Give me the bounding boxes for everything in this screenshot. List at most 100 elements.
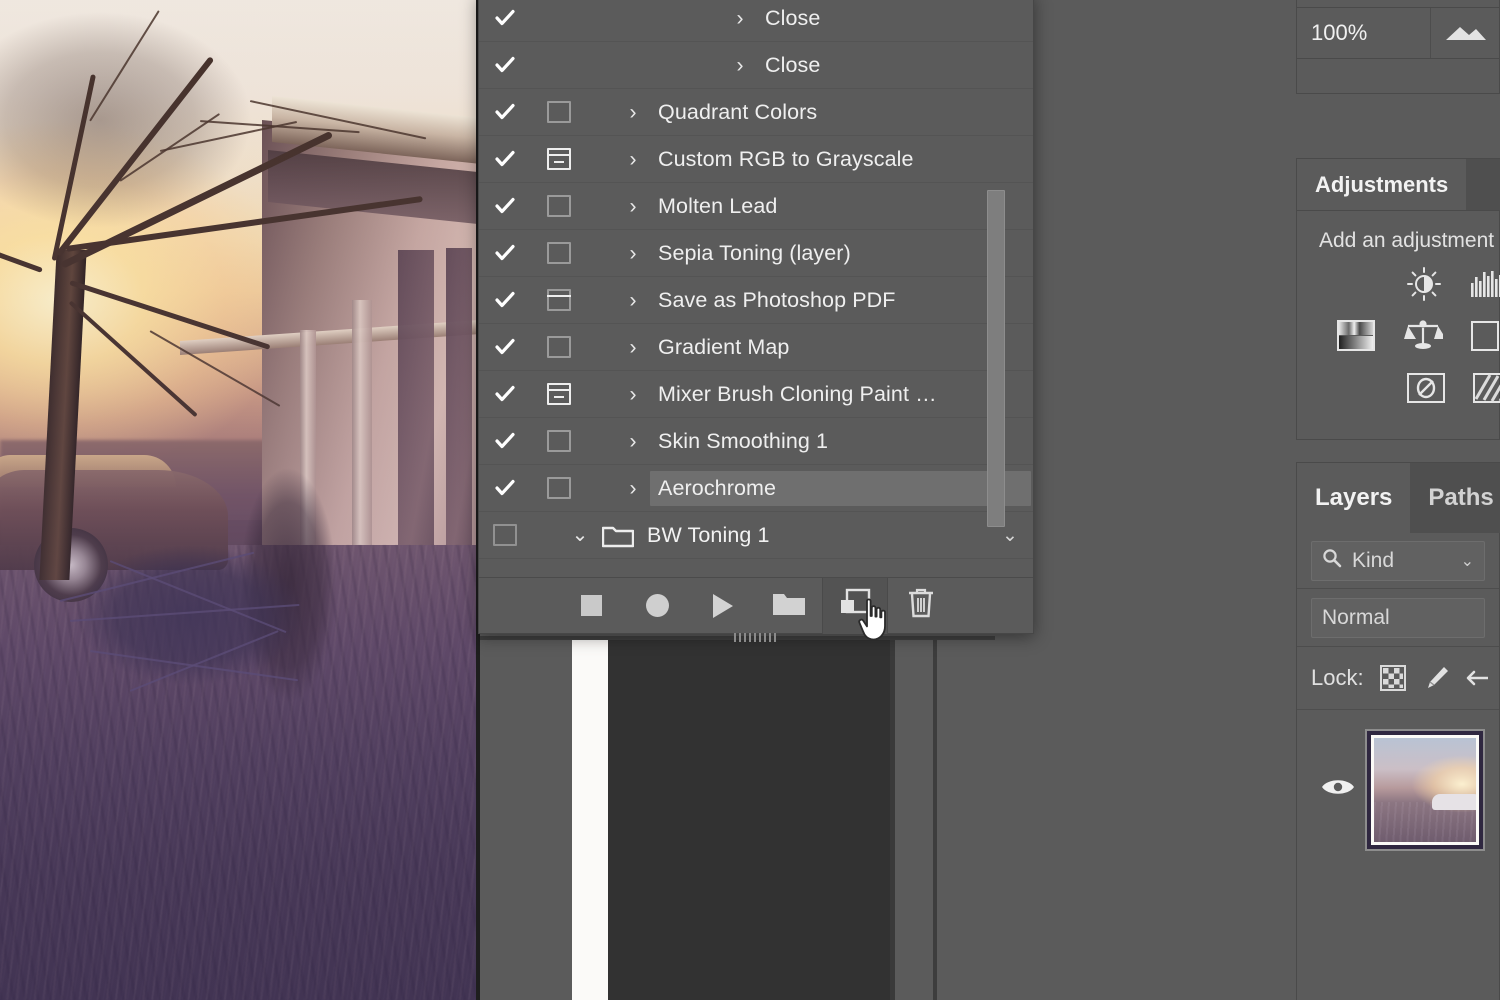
position-icon[interactable] <box>1466 664 1492 692</box>
dialog-on-icon[interactable] <box>546 148 571 170</box>
expand-chevron-icon[interactable]: › <box>616 290 650 311</box>
blend-mode-row[interactable]: Normal <box>1297 589 1499 647</box>
actions-row[interactable]: › Close <box>479 42 1033 89</box>
actions-row-selected[interactable]: › Aerochrome <box>479 465 1033 512</box>
exposure-icon[interactable] <box>1337 319 1375 353</box>
actions-scrollbar-thumb[interactable] <box>987 190 1005 527</box>
actions-row[interactable]: › Gradient Map <box>479 324 1033 371</box>
actions-row[interactable]: › Molten Lead <box>479 183 1033 230</box>
action-toggle-cell[interactable] <box>479 336 531 358</box>
expand-chevron-icon[interactable]: › <box>723 55 757 76</box>
layer-row[interactable] <box>1297 709 1499 869</box>
expand-chevron-icon[interactable]: › <box>616 337 650 358</box>
checkmark-icon[interactable] <box>494 242 516 264</box>
layer-visibility-toggle[interactable] <box>1311 776 1365 803</box>
actions-row[interactable]: › Quadrant Colors <box>479 89 1033 136</box>
layers-panel[interactable]: Layers Paths Kind ⌄ Normal Lock: <box>1296 462 1500 1000</box>
new-action-button[interactable] <box>822 577 888 634</box>
checkmark-icon[interactable] <box>494 101 516 123</box>
dialog-toggle-cell[interactable] <box>531 148 586 170</box>
checkmark-icon[interactable] <box>494 289 516 311</box>
action-label[interactable]: Save as Photoshop PDF <box>650 288 1033 313</box>
actions-toolbar[interactable] <box>479 577 1033 642</box>
action-set-label[interactable]: BW Toning 1 <box>639 523 987 548</box>
actions-set-row[interactable]: ⌄ BW Toning 1 ⌄ <box>479 512 1033 559</box>
tab-paths[interactable]: Paths <box>1410 463 1500 533</box>
action-toggle-cell[interactable] <box>479 101 531 123</box>
dialog-off-icon[interactable] <box>546 101 571 123</box>
collapse-chevron-icon[interactable]: ⌄ <box>563 525 597 545</box>
action-label[interactable]: Custom RGB to Grayscale <box>650 147 1033 172</box>
document-canvas-photo[interactable] <box>0 0 480 1000</box>
checkmark-icon[interactable] <box>494 477 516 499</box>
dialog-toggle-cell[interactable] <box>531 101 586 123</box>
expand-chevron-icon[interactable]: › <box>616 102 650 123</box>
stop-button[interactable] <box>558 578 624 634</box>
actions-row[interactable]: › Close <box>479 0 1033 42</box>
dialog-off-icon[interactable] <box>546 242 571 264</box>
actions-panel[interactable]: › Close › Close › Quadrant Colors › Cust… <box>478 0 1034 642</box>
eye-icon[interactable] <box>1321 776 1355 803</box>
brightness-contrast-icon[interactable] <box>1407 267 1441 301</box>
action-toggle-cell[interactable] <box>479 289 531 311</box>
checkmark-icon[interactable] <box>494 430 516 452</box>
actions-list[interactable]: › Close › Close › Quadrant Colors › Cust… <box>479 0 1033 577</box>
checkmark-icon[interactable] <box>494 148 516 170</box>
dialog-toggle-cell[interactable] <box>531 242 586 264</box>
image-pixels-icon[interactable] <box>1422 664 1450 692</box>
layer-kind-filter[interactable]: Kind ⌄ <box>1311 540 1485 581</box>
checkmark-icon[interactable] <box>494 383 516 405</box>
navigator-panel[interactable]: 100% <box>1296 0 1500 94</box>
checkmark-icon[interactable] <box>494 195 516 217</box>
delete-button[interactable] <box>888 578 954 634</box>
dialog-off-icon[interactable] <box>546 477 571 499</box>
action-toggle-cell[interactable] <box>479 383 531 405</box>
dialog-off-icon[interactable] <box>546 195 571 217</box>
action-toggle-cell[interactable] <box>479 477 531 499</box>
black-and-white-icon[interactable] <box>1473 371 1500 405</box>
tab-adjustments-neighbor[interactable] <box>1466 159 1500 210</box>
actions-scrollbar[interactable] <box>985 0 1007 577</box>
action-label[interactable]: Sepia Toning (layer) <box>650 241 1033 266</box>
panel-resize-grip[interactable] <box>734 633 778 642</box>
dialog-toggle-cell[interactable] <box>531 289 586 311</box>
tab-adjustments[interactable]: Adjustments <box>1297 159 1467 210</box>
checkmark-icon[interactable] <box>494 54 516 76</box>
action-toggle-cell[interactable] <box>479 430 531 452</box>
action-toggle-cell[interactable] <box>479 54 531 76</box>
expand-chevron-icon[interactable]: › <box>616 478 650 499</box>
dialog-toggle-cell[interactable] <box>531 336 586 358</box>
action-toggle-cell[interactable] <box>479 7 531 29</box>
layer-thumbnail[interactable] <box>1365 728 1485 851</box>
action-label[interactable]: Quadrant Colors <box>650 100 1033 125</box>
expand-chevron-icon[interactable]: › <box>616 243 650 264</box>
levels-icon[interactable] <box>1469 267 1500 301</box>
dialog-toggle-cell[interactable] <box>531 383 586 405</box>
action-toggle-cell[interactable] <box>479 195 531 217</box>
expand-chevron-icon[interactable]: › <box>616 196 650 217</box>
actions-row[interactable]: › Sepia Toning (layer) <box>479 230 1033 277</box>
dialog-on-icon[interactable] <box>546 383 571 405</box>
action-toggle-cell[interactable] <box>479 242 531 264</box>
checkmark-icon[interactable] <box>494 336 516 358</box>
dialog-window-icon[interactable] <box>546 289 571 311</box>
action-label[interactable]: Mixer Brush Cloning Paint … <box>650 382 1033 407</box>
actions-row[interactable]: › Skin Smoothing 1 <box>479 418 1033 465</box>
zoom-mountain-icon[interactable] <box>1431 22 1500 44</box>
dialog-toggle-cell[interactable] <box>531 195 586 217</box>
actions-row[interactable]: › Save as Photoshop PDF <box>479 277 1033 324</box>
action-toggle-cell[interactable] <box>479 148 531 170</box>
navigator-zoom-bar[interactable]: 100% <box>1297 7 1500 59</box>
transparent-pixels-icon[interactable] <box>1379 664 1406 692</box>
expand-chevron-icon[interactable]: › <box>616 431 650 452</box>
dialog-toggle-cell[interactable] <box>531 477 586 499</box>
expand-chevron-icon[interactable]: › <box>616 149 650 170</box>
blend-mode-select[interactable]: Normal <box>1311 597 1485 638</box>
dialog-toggle-cell[interactable] <box>531 430 586 452</box>
action-label[interactable]: Skin Smoothing 1 <box>650 429 1033 454</box>
actions-row[interactable]: › Custom RGB to Grayscale <box>479 136 1033 183</box>
set-toggle-icon[interactable] <box>493 524 517 546</box>
action-label[interactable]: Aerochrome <box>650 470 1031 506</box>
checkmark-icon[interactable] <box>494 7 516 29</box>
layer-filter-row[interactable]: Kind ⌄ <box>1297 533 1499 589</box>
